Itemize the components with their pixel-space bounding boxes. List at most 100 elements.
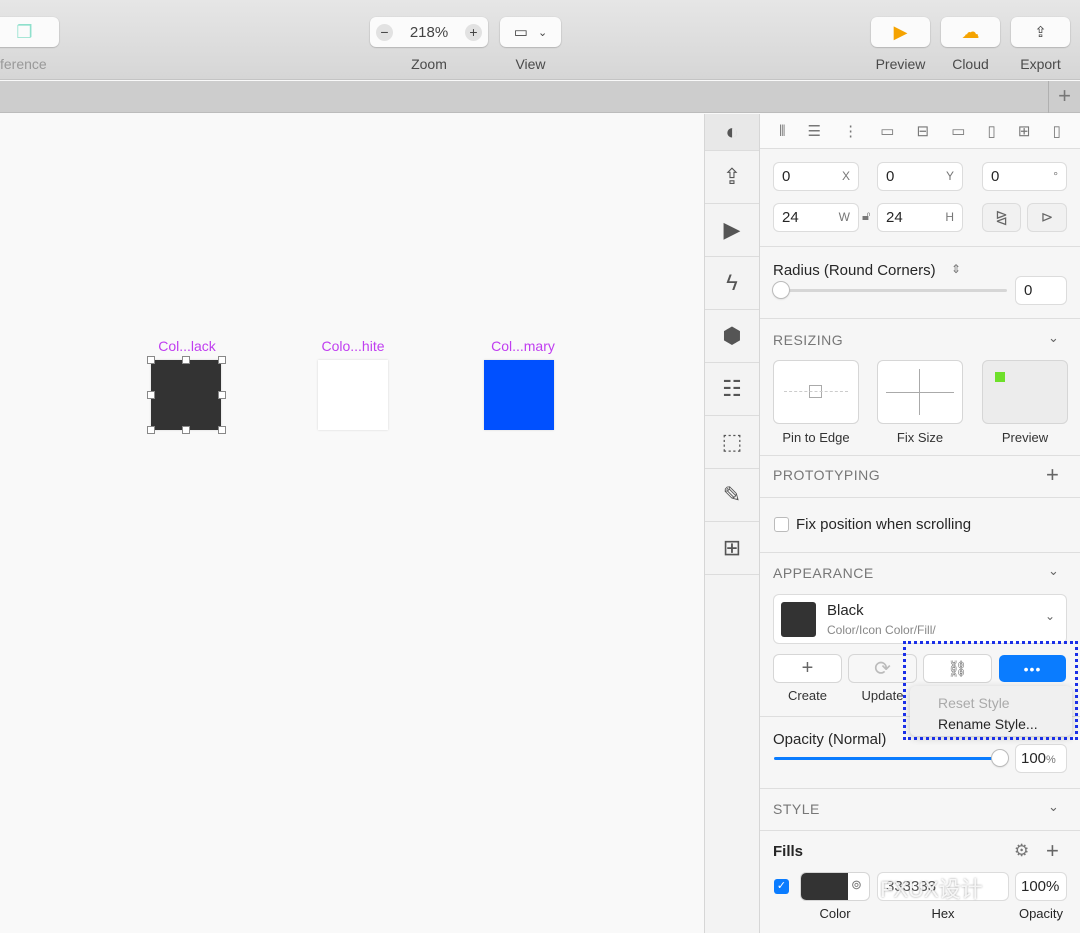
watermark: FXUX设计 (880, 877, 983, 902)
fill-color-well[interactable]: ⊚ (801, 873, 869, 900)
align-left-icon[interactable]: ▭ (880, 122, 894, 140)
artboard-white[interactable] (318, 360, 388, 430)
resize-handle[interactable] (182, 426, 190, 434)
divider (760, 246, 1080, 247)
style-name: Black (827, 602, 864, 619)
radius-slider[interactable] (775, 289, 1007, 292)
lightning-icon[interactable]: ϟ (705, 257, 759, 310)
opacity-value: 100 (1021, 750, 1047, 767)
opacity-field[interactable]: 100% (1016, 745, 1066, 772)
y-value: 0 (886, 168, 895, 185)
appearance-header: APPEARANCE (773, 565, 874, 581)
hex-label: Hex (931, 906, 955, 921)
opacity-slider[interactable] (774, 757, 1002, 760)
refresh-icon: ⟳ (874, 658, 891, 680)
components-icon[interactable]: ◐ (705, 114, 759, 151)
artboard-label[interactable]: Colo...hite (303, 338, 403, 354)
chevron-down-icon: ⌄ (1045, 609, 1056, 623)
y-field[interactable]: 0Y (878, 163, 962, 190)
prototyping-header: PROTOTYPING (773, 467, 881, 483)
lock-icon[interactable]: 🔓︎ (862, 208, 870, 224)
hexagon-icon[interactable]: ⬢ (705, 310, 759, 363)
add-prototype-icon[interactable]: + (1046, 462, 1059, 488)
symbol-select-icon[interactable]: ⬚ (705, 416, 759, 469)
distribute-horizontal-icon[interactable]: ⫴ (779, 123, 785, 140)
color-label: Color (819, 906, 851, 921)
create-style-button[interactable]: + (774, 655, 841, 682)
artboard-label[interactable]: Col...mary (473, 338, 573, 354)
fill-opacity-field[interactable]: 100% (1016, 873, 1066, 900)
zoom-out-button[interactable]: − (376, 23, 393, 41)
view-button[interactable]: ▭ ⌄ (500, 17, 561, 47)
artboard-label[interactable]: Col...lack (137, 338, 237, 354)
chevron-down-icon[interactable]: ⌄ (1048, 799, 1059, 815)
flip-vertical-icon: ⊳ (1040, 209, 1054, 226)
resize-handle[interactable] (182, 356, 190, 364)
flip-vertical-button[interactable]: ⊳ (1028, 204, 1066, 231)
pin-to-edge-box[interactable] (774, 361, 858, 423)
preview-button[interactable]: ▶ (871, 17, 930, 47)
resize-handle[interactable] (147, 356, 155, 364)
flip-horizontal-button[interactable]: ⧎ (983, 204, 1020, 231)
divider (760, 830, 1080, 831)
resize-handle[interactable] (147, 391, 155, 399)
opacity-unit: % (1046, 754, 1056, 766)
resize-handle[interactable] (218, 391, 226, 399)
play-icon[interactable]: ▶ (705, 204, 759, 257)
more-icon[interactable]: ⋮ (843, 122, 858, 140)
style-header: STYLE (773, 801, 820, 817)
pin-to-edge-label: Pin to Edge (782, 430, 850, 445)
tab-bar: + (0, 81, 1080, 113)
edit-artboard-icon[interactable]: ✎ (705, 469, 759, 522)
share-icon: ⇪ (1034, 24, 1047, 41)
fix-scroll-label: Fix position when scrolling (796, 516, 972, 533)
x-field[interactable]: 0X (774, 163, 858, 190)
opacity-slider-knob[interactable] (992, 750, 1008, 766)
resize-preview-box (983, 361, 1067, 423)
zoom-value[interactable]: 218% (410, 24, 448, 41)
resize-handle[interactable] (147, 426, 155, 434)
layout-list-icon[interactable]: ☷ (705, 363, 759, 416)
height-field[interactable]: 24 H (878, 204, 962, 231)
width-field[interactable]: 24 W (774, 204, 858, 231)
gear-icon[interactable]: ⚙ (1014, 841, 1029, 861)
resize-handle[interactable] (218, 356, 226, 364)
chevron-down-icon[interactable]: ⌄ (1048, 330, 1059, 346)
stepper-icon[interactable]: ⇕ (951, 262, 961, 276)
artboard-primary[interactable] (484, 360, 554, 430)
difference-button[interactable]: ❐ (0, 17, 59, 47)
radius-slider-knob[interactable] (773, 282, 789, 298)
distribute-vertical-icon[interactable]: ☰ (808, 122, 821, 140)
upload-icon[interactable]: ⇪ (705, 151, 759, 204)
export-button[interactable]: ⇪ (1011, 17, 1070, 47)
divider (760, 455, 1080, 456)
align-top-icon[interactable]: ▯ (988, 122, 996, 140)
width-value: 24 (782, 209, 799, 226)
artboard-black[interactable] (151, 360, 221, 430)
fix-scroll-checkbox[interactable] (774, 517, 789, 532)
style-swatch (781, 602, 816, 637)
fill-checkbox[interactable]: ✓ (774, 879, 789, 894)
resize-handle[interactable] (218, 426, 226, 434)
add-tab-button[interactable]: + (1048, 81, 1080, 113)
radius-label: Radius (Round Corners) (773, 262, 936, 279)
add-fill-icon[interactable]: + (1046, 838, 1059, 864)
align-bottom-icon[interactable]: ▯ (1053, 122, 1061, 140)
cloud-button[interactable]: ☁ (941, 17, 1000, 47)
rotation-field[interactable]: 0 ° (983, 163, 1066, 190)
chevron-down-icon[interactable]: ⌄ (1048, 563, 1059, 579)
zoom-in-button[interactable]: + (465, 23, 482, 41)
style-selector[interactable]: Black Color/Icon Color/Fill/ ⌄ (774, 595, 1066, 643)
align-middle-icon[interactable]: ⊞ (1018, 122, 1031, 140)
align-right-icon[interactable]: ▭ (951, 122, 965, 140)
zoom-label: Zoom (411, 56, 447, 72)
add-image-icon[interactable]: ⊞ (705, 522, 759, 575)
height-suffix: H (945, 210, 954, 224)
color-variable-icon: ⊚ (851, 877, 862, 892)
create-label: Create (787, 688, 828, 703)
canvas[interactable] (0, 114, 704, 933)
divider (760, 148, 1080, 149)
fix-size-box[interactable] (878, 361, 962, 423)
radius-field[interactable]: 0 (1016, 277, 1066, 304)
align-center-icon[interactable]: ⊟ (917, 122, 930, 140)
